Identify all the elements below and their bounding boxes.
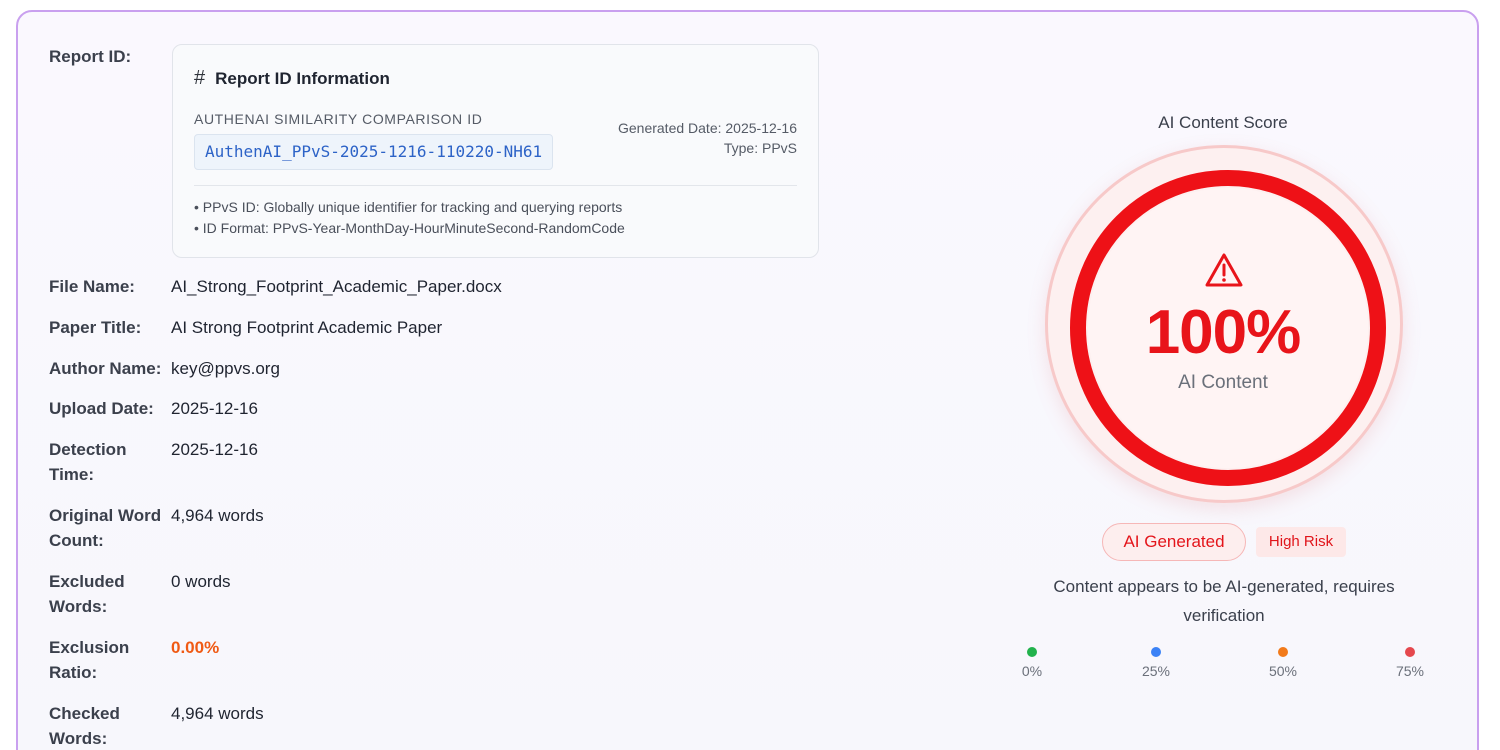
scale-mark-25: 25% (1126, 647, 1186, 679)
note-ppvs-id: • PPvS ID: Globally unique identifier fo… (194, 199, 623, 215)
report-id-code[interactable]: AuthenAI_PPvS-2025-1216-110220-NH61 (194, 134, 554, 170)
scale-dot-75 (1405, 647, 1415, 657)
excluded-words-value: 0 words (171, 572, 231, 591)
ai-score-subtitle: AI Content (1178, 372, 1268, 393)
file-name-label: File Name: (49, 277, 135, 296)
report-id-box-title: Report ID Information (215, 68, 390, 88)
original-word-count-label: Original Word Count: (49, 503, 167, 553)
upload-date-label: Upload Date: (49, 399, 154, 418)
exclusion-ratio-label-line2: Ratio: (49, 663, 98, 682)
report-id-heading: # Report ID Information (194, 67, 390, 90)
excluded-words-label-line2: Words: (49, 597, 108, 616)
original-word-count-label-line1: Original Word (49, 506, 162, 525)
report-id-info-box: # Report ID Information AUTHENAI SIMILAR… (172, 44, 819, 258)
scale-label-75: 75% (1395, 663, 1425, 679)
checked-words-value: 4,964 words (171, 704, 264, 723)
scale-label-25: 25% (1141, 663, 1171, 679)
report-id-notes: • PPvS ID: Globally unique identifier fo… (194, 197, 625, 239)
ai-content-score-title: AI Content Score (1158, 113, 1288, 132)
detection-time-label-line2: Time: (49, 465, 95, 484)
divider (194, 185, 797, 186)
detection-time-value: 2025-12-16 (171, 440, 258, 459)
scale-label-0: 0% (1021, 663, 1043, 679)
original-word-count-label-line2: Count: (49, 531, 104, 550)
scale-mark-0: 0% (1002, 647, 1062, 679)
report-id-meta: Generated Date: 2025-12-16 Type: PPvS (618, 118, 797, 158)
exclusion-ratio-label: Exclusion Ratio: (49, 635, 167, 685)
exclusion-ratio-value: 0.00% (171, 638, 220, 657)
report-type: Type: PPvS (723, 140, 797, 156)
paper-title-label: Paper Title: (49, 318, 142, 337)
author-name-label: Author Name: (49, 359, 162, 378)
original-word-count-value: 4,964 words (171, 506, 264, 525)
ai-generated-badge: AI Generated (1102, 523, 1246, 561)
scale-dot-0 (1027, 647, 1037, 657)
warning-triangle-icon (1205, 253, 1243, 287)
detection-time-label-line1: Detection (49, 440, 127, 459)
scale-dot-50 (1278, 647, 1288, 657)
detection-time-label: Detection Time: (49, 437, 167, 487)
excluded-words-label: Excluded Words: (49, 569, 167, 619)
checked-words-label: Checked Words: (49, 701, 167, 750)
hash-icon: # (194, 67, 206, 89)
paper-title-value: AI Strong Footprint Academic Paper (171, 318, 443, 337)
score-description: Content appears to be AI-generated, requ… (1053, 577, 1395, 625)
checked-words-label-line2: Words: (49, 729, 108, 748)
scale-label-50: 50% (1268, 663, 1298, 679)
author-name-value: key@ppvs.org (171, 359, 280, 378)
file-name-value: AI_Strong_Footprint_Academic_Paper.docx (171, 277, 502, 296)
excluded-words-label-line1: Excluded (49, 572, 125, 591)
exclusion-ratio-label-line1: Exclusion (49, 638, 130, 657)
scale-dot-25 (1151, 647, 1161, 657)
scale-mark-50: 50% (1253, 647, 1313, 679)
upload-date-value: 2025-12-16 (171, 399, 258, 418)
scale-mark-75: 75% (1380, 647, 1440, 679)
comparison-id-caption: AUTHENAI SIMILARITY COMPARISON ID (194, 111, 483, 127)
note-id-format: • ID Format: PPvS-Year-MonthDay-HourMinu… (194, 220, 625, 236)
generated-date: Generated Date: 2025-12-16 (617, 120, 797, 136)
checked-words-label-line1: Checked (49, 704, 120, 723)
high-risk-badge: High Risk (1256, 527, 1346, 557)
report-id-label: Report ID: (49, 47, 132, 66)
ai-score-percent: 100% (1145, 298, 1302, 367)
